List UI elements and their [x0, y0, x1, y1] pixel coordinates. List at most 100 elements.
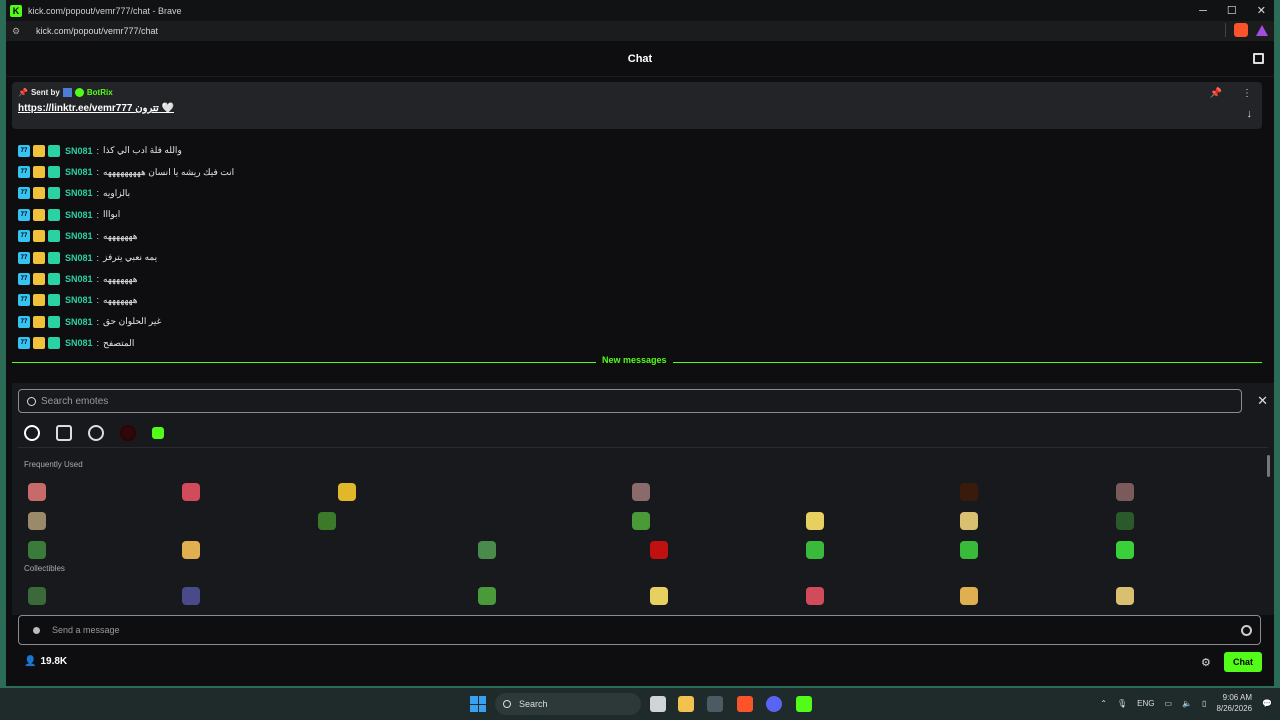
emote-icon[interactable]: [960, 483, 978, 501]
channel-tab-icon[interactable]: [56, 425, 72, 441]
battery-icon[interactable]: ▯: [1202, 699, 1206, 708]
emote-icon[interactable]: [960, 541, 978, 559]
message-text: هههههههه: [103, 273, 138, 284]
volume-icon[interactable]: 🔈: [1182, 699, 1192, 708]
emote-icon[interactable]: [182, 541, 200, 559]
message-username[interactable]: SN081: [65, 338, 93, 348]
chevron-up-icon[interactable]: ⌃: [1100, 699, 1107, 708]
send-chat-button[interactable]: Chat: [1224, 652, 1262, 672]
settings-gear-icon[interactable]: ⚙: [1201, 656, 1211, 669]
close-window-button[interactable]: ✕: [1257, 4, 1266, 17]
message-username[interactable]: SN081: [65, 317, 93, 327]
message-username[interactable]: SN081: [65, 210, 93, 220]
clock-time: 9:06 AM: [1222, 693, 1253, 702]
kick-emotes-tab-icon[interactable]: [152, 427, 164, 439]
emote-icon[interactable]: [338, 483, 356, 501]
message-username[interactable]: SN081: [65, 188, 93, 198]
message-username[interactable]: SN081: [65, 146, 93, 156]
channel-avatar-tab-icon[interactable]: [120, 425, 136, 441]
gift-icon[interactable]: [1253, 53, 1264, 64]
unpin-button[interactable]: 📌: [1210, 88, 1222, 99]
chat-header: Chat: [6, 41, 1274, 77]
status-dot-icon: [33, 626, 40, 634]
search-icon: [27, 396, 36, 406]
tab-divider: [18, 447, 1268, 448]
emote-button-icon[interactable]: [1241, 625, 1252, 636]
emote-icon[interactable]: [806, 587, 824, 605]
emote-icon[interactable]: [28, 541, 46, 559]
emote-search-input[interactable]: Search emotes: [18, 389, 1242, 413]
chat-message: 77 SN081: بالزاويه: [18, 183, 1258, 204]
picker-scrollbar[interactable]: [1267, 455, 1270, 477]
microphone-icon[interactable]: 🎙: [1117, 699, 1127, 708]
emote-icon[interactable]: [650, 541, 668, 559]
subscriber-badge-icon: 77: [18, 294, 30, 307]
emote-icon[interactable]: [632, 512, 650, 530]
brave-taskbar-icon[interactable]: [737, 696, 753, 712]
emote-icon[interactable]: [28, 483, 46, 501]
message-text: غير الحلوان حق: [103, 316, 162, 327]
message-text: بالزاويه: [103, 187, 131, 198]
emote-icon[interactable]: [1116, 587, 1134, 605]
emote-icon[interactable]: [1116, 483, 1134, 501]
site-info-icon[interactable]: ⚙: [12, 26, 26, 37]
emote-icon[interactable]: [28, 587, 46, 605]
emote-icon[interactable]: [806, 541, 824, 559]
og-badge-icon: [48, 208, 60, 221]
message-username[interactable]: SN081: [65, 295, 93, 305]
close-picker-icon[interactable]: ✕: [1257, 393, 1268, 409]
emote-icon[interactable]: [478, 541, 496, 559]
clock-date: 8/26/2026: [1216, 704, 1253, 713]
crown-badge-icon: [33, 230, 45, 243]
emote-icon[interactable]: [806, 512, 824, 530]
message-username[interactable]: SN081: [65, 231, 93, 241]
recent-tab-icon[interactable]: [24, 425, 40, 441]
file-explorer-icon[interactable]: [678, 696, 694, 712]
collapse-arrow-icon[interactable]: ↓: [1247, 108, 1253, 120]
xbox-icon[interactable]: [796, 696, 812, 712]
network-icon[interactable]: ▭: [1165, 699, 1173, 708]
brave-rewards-icon[interactable]: [1256, 24, 1268, 36]
emote-icon[interactable]: [1116, 512, 1134, 530]
new-messages-label[interactable]: New messages: [596, 355, 673, 365]
emote-icon[interactable]: [182, 587, 200, 605]
url-text[interactable]: kick.com/popout/vemr777/chat: [36, 26, 158, 36]
message-colon: :: [96, 167, 100, 178]
address-bar[interactable]: ⚙ kick.com/popout/vemr777/chat: [6, 21, 1274, 41]
language-indicator[interactable]: ENG: [1137, 699, 1154, 708]
maximize-button[interactable]: ☐: [1227, 4, 1237, 17]
emote-search-placeholder[interactable]: Search emotes: [41, 396, 108, 407]
emote-icon[interactable]: [632, 483, 650, 501]
task-view-icon[interactable]: [650, 696, 666, 712]
notifications-icon[interactable]: 💬: [1262, 699, 1272, 708]
emote-icon[interactable]: [318, 512, 336, 530]
emote-icon[interactable]: [1116, 541, 1134, 559]
emote-icon[interactable]: [28, 512, 46, 530]
emote-icon[interactable]: [650, 587, 668, 605]
og-badge-icon: [48, 187, 60, 200]
emote-icon[interactable]: [478, 587, 496, 605]
emote-icon[interactable]: [960, 587, 978, 605]
message-input[interactable]: Send a message: [18, 615, 1261, 645]
chat-message: 77 SN081: انت فيك ريشه يا انسان هههههههههه: [18, 161, 1258, 182]
emote-icon[interactable]: [960, 512, 978, 530]
subscriber-badge-icon: 77: [18, 315, 30, 328]
more-options-icon[interactable]: ⋮: [1242, 88, 1252, 99]
windows-start-icon[interactable]: [470, 696, 486, 712]
message-username[interactable]: SN081: [65, 274, 93, 284]
message-username[interactable]: SN081: [65, 253, 93, 263]
pinned-sender-name[interactable]: BotRix: [87, 88, 113, 97]
minimize-button[interactable]: ─: [1199, 5, 1207, 17]
app-icon[interactable]: [707, 696, 723, 712]
global-tab-icon[interactable]: [88, 425, 104, 441]
pinned-message-text[interactable]: https://linktr.ee/vemr777 تترون 🤍: [18, 103, 1256, 114]
clock[interactable]: 9:06 AM 8/26/2026: [1216, 692, 1252, 714]
message-username[interactable]: SN081: [65, 167, 93, 177]
emote-icon[interactable]: [182, 483, 200, 501]
message-placeholder[interactable]: Send a message: [52, 625, 120, 635]
discord-icon[interactable]: [766, 696, 782, 712]
taskbar-search[interactable]: Search: [495, 693, 641, 715]
brave-shields-icon[interactable]: [1234, 23, 1248, 37]
taskbar-search-label[interactable]: Search: [519, 699, 548, 709]
subscriber-badge-icon: 77: [18, 144, 30, 157]
